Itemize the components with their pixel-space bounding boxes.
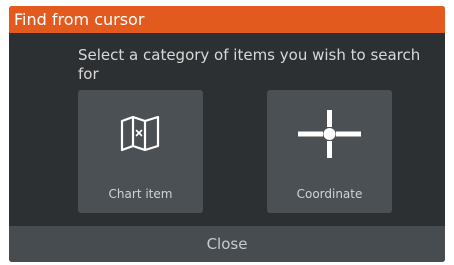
close-button[interactable]: Close xyxy=(9,226,445,262)
find-from-cursor-dialog: Find from cursor Select a category of it… xyxy=(9,6,445,262)
map-icon xyxy=(120,115,160,152)
chart-item-label: Chart item xyxy=(108,187,173,201)
crosshair-icon xyxy=(298,110,361,158)
dialog-prompt: Select a category of items you wish to s… xyxy=(78,46,421,83)
dialog-title: Find from cursor xyxy=(9,6,445,33)
coordinate-button[interactable]: Coordinate xyxy=(267,90,392,213)
chart-item-button[interactable]: Chart item xyxy=(78,90,203,213)
coordinate-label: Coordinate xyxy=(296,187,363,201)
